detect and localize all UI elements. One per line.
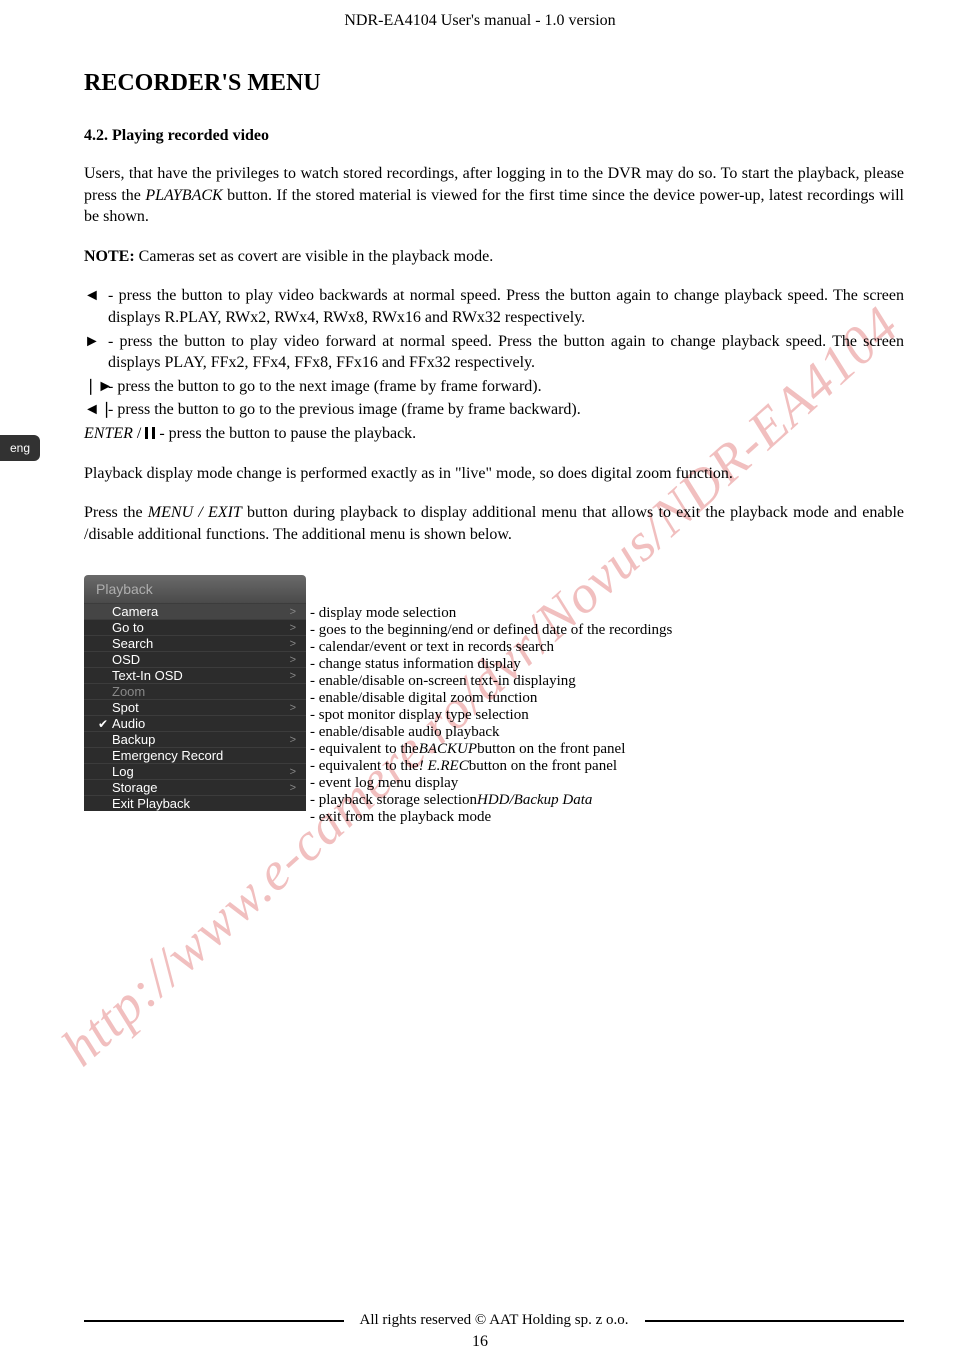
menu-item-description: - calendar/event or text in records sear… bbox=[306, 639, 672, 656]
step-backward-text: - press the button to go to the previous… bbox=[108, 399, 904, 421]
playback-controls-list: ◄ - press the button to play video backw… bbox=[84, 285, 904, 444]
menu-item-label: OSD bbox=[112, 652, 290, 667]
chevron-right-icon: > bbox=[290, 654, 296, 666]
play-forward-text: - press the button to play video forward… bbox=[108, 331, 904, 374]
play-backward-icon: ◄ bbox=[84, 285, 108, 307]
menu-item[interactable]: Exit Playback bbox=[84, 795, 306, 811]
control-step-backward: ◄❘ - press the button to go to the previ… bbox=[84, 399, 904, 421]
chevron-right-icon: > bbox=[290, 622, 296, 634]
menu-item[interactable]: Spot> bbox=[84, 699, 306, 715]
playback-label: PLAYBACK bbox=[145, 187, 222, 204]
menu-item-description: - change status information display bbox=[306, 656, 672, 673]
subsection-title: 4.2. Playing recorded video bbox=[84, 127, 904, 145]
menu-item-label: Audio bbox=[112, 716, 296, 731]
doc-header: NDR-EA4104 User's manual - 1.0 version bbox=[0, 0, 960, 30]
after2-a: Press the bbox=[84, 504, 148, 521]
playback-menu-panel: Playback Camera>Go to>Search>OSD>Text-In… bbox=[84, 575, 306, 826]
menu-item[interactable]: Text-In OSD> bbox=[84, 667, 306, 683]
page-footer: All rights reserved © AAT Holding sp. z … bbox=[0, 1312, 960, 1351]
menu-item-description: - spot monitor display type selection bbox=[306, 707, 672, 724]
enter-label: ENTER bbox=[84, 425, 133, 442]
step-forward-icon: ❘► bbox=[84, 376, 108, 398]
menu-item-description: - enable/disable audio playback bbox=[306, 724, 672, 741]
check-icon: ✔ bbox=[98, 717, 112, 731]
intro-paragraph: Users, that have the privileges to watch… bbox=[84, 163, 904, 228]
enter-slash: / bbox=[133, 425, 145, 442]
menu-item-description: - goes to the beginning/end or defined d… bbox=[306, 622, 672, 639]
page-content: RECORDER'S MENU 4.2. Playing recorded vi… bbox=[0, 30, 960, 826]
note-paragraph: NOTE: Cameras set as covert are visible … bbox=[84, 246, 904, 268]
menu-item[interactable]: Log> bbox=[84, 763, 306, 779]
footer-copyright: All rights reserved © AAT Holding sp. z … bbox=[354, 1312, 635, 1329]
control-play-backward: ◄ - press the button to play video backw… bbox=[84, 285, 904, 328]
menu-item-label: Zoom bbox=[112, 684, 296, 699]
menu-item-label: Spot bbox=[112, 700, 290, 715]
pause-icon bbox=[145, 427, 155, 439]
chevron-right-icon: > bbox=[290, 606, 296, 618]
menu-item-label: Storage bbox=[112, 780, 290, 795]
menu-item[interactable]: OSD> bbox=[84, 651, 306, 667]
chevron-right-icon: > bbox=[290, 670, 296, 682]
menu-item-description: - event log menu display bbox=[306, 775, 672, 792]
playback-menu-header: Playback bbox=[84, 575, 306, 603]
note-label: NOTE: bbox=[84, 248, 135, 265]
menu-item-label: Camera bbox=[112, 604, 290, 619]
menu-item-description: - equivalent to the BACKUP button on the… bbox=[306, 741, 672, 758]
note-text: Cameras set as covert are visible in the… bbox=[135, 248, 494, 265]
chevron-right-icon: > bbox=[290, 702, 296, 714]
control-play-forward: ► - press the button to play video forwa… bbox=[84, 331, 904, 374]
control-enter-pause: ENTER / - press the button to pause the … bbox=[84, 423, 904, 445]
menu-item-description: - exit from the playback mode bbox=[306, 809, 672, 826]
menu-item[interactable]: Storage> bbox=[84, 779, 306, 795]
menu-item-label: Go to bbox=[112, 620, 290, 635]
menu-item-label: Log bbox=[112, 764, 290, 779]
chevron-right-icon: > bbox=[290, 782, 296, 794]
play-backward-text: - press the button to play video backwar… bbox=[108, 285, 904, 328]
menu-item-description: - enable/disable on-screen text-in displ… bbox=[306, 673, 672, 690]
playback-menu-descriptions: - display mode selection- goes to the be… bbox=[306, 575, 672, 826]
footer-rule-right bbox=[645, 1320, 905, 1322]
menu-item-description: - equivalent to the ! E.REC button on th… bbox=[306, 758, 672, 775]
menu-item[interactable]: Search> bbox=[84, 635, 306, 651]
menu-item[interactable]: Camera> bbox=[84, 603, 306, 619]
enter-rest: - press the button to pause the playback… bbox=[155, 425, 416, 442]
doc-title: NDR-EA4104 User's manual - 1.0 version bbox=[344, 12, 615, 29]
menu-item-description: - playback storage selection HDD/Backup … bbox=[306, 792, 672, 809]
menu-item-label: Text-In OSD bbox=[112, 668, 290, 683]
after-paragraph-1: Playback display mode change is performe… bbox=[84, 463, 904, 485]
menu-item-description: - display mode selection bbox=[306, 605, 672, 622]
section-title: RECORDER'S MENU bbox=[84, 70, 904, 97]
footer-rule-left bbox=[84, 1320, 344, 1322]
menu-item-description: - enable/disable digital zoom function bbox=[306, 690, 672, 707]
after-paragraph-2: Press the MENU / EXIT button during play… bbox=[84, 502, 904, 545]
menu-item-label: Exit Playback bbox=[112, 796, 296, 811]
menu-item[interactable]: Backup> bbox=[84, 731, 306, 747]
menu-item-label: Search bbox=[112, 636, 290, 651]
menu-exit-label: MENU / EXIT bbox=[148, 504, 242, 521]
chevron-right-icon: > bbox=[290, 734, 296, 746]
chevron-right-icon: > bbox=[290, 638, 296, 650]
menu-item-label: Backup bbox=[112, 732, 290, 747]
menu-item[interactable]: Go to> bbox=[84, 619, 306, 635]
playback-menu-area: Playback Camera>Go to>Search>OSD>Text-In… bbox=[84, 575, 904, 826]
control-step-forward: ❘► - press the button to go to the next … bbox=[84, 376, 904, 398]
step-forward-text: - press the button to go to the next ima… bbox=[108, 376, 904, 398]
menu-item[interactable]: Zoom bbox=[84, 683, 306, 699]
play-forward-icon: ► bbox=[84, 331, 108, 353]
menu-item-label: Emergency Record bbox=[112, 748, 296, 763]
menu-item[interactable]: ✔Audio bbox=[84, 715, 306, 731]
menu-item[interactable]: Emergency Record bbox=[84, 747, 306, 763]
page-number: 16 bbox=[0, 1333, 960, 1351]
step-backward-icon: ◄❘ bbox=[84, 399, 108, 421]
chevron-right-icon: > bbox=[290, 766, 296, 778]
